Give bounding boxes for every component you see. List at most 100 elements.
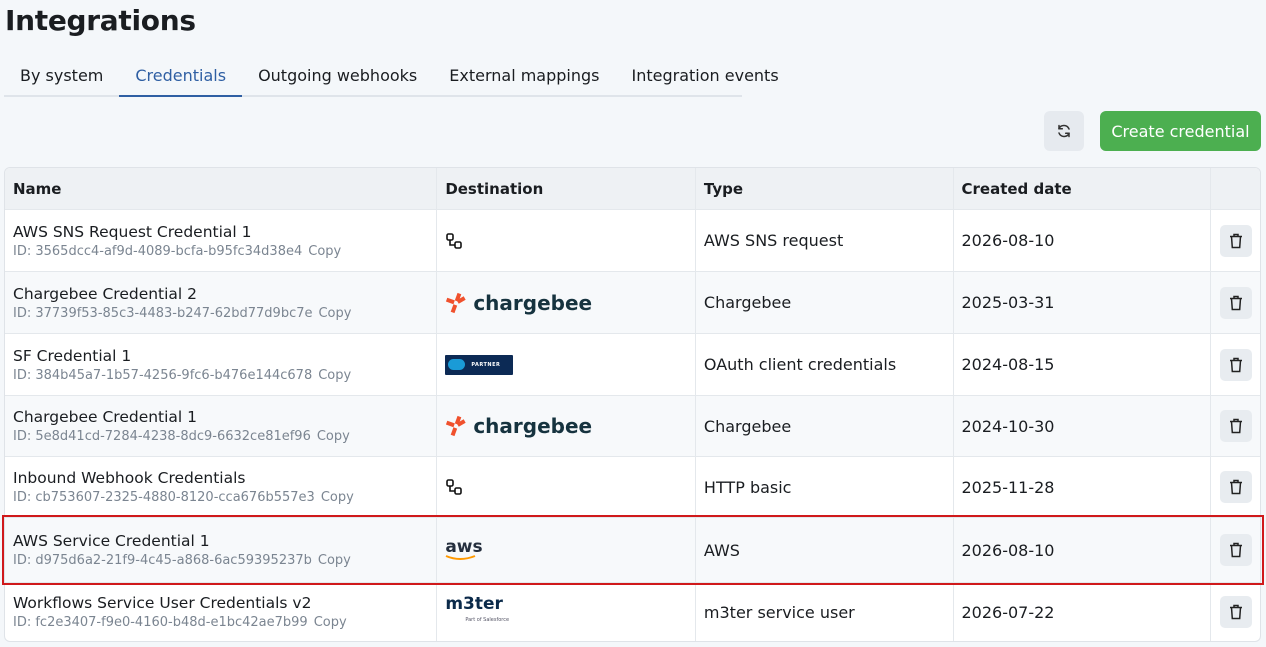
destination-cell	[436, 210, 695, 271]
credentials-table: Name Destination Type Created date AWS S…	[4, 167, 1261, 642]
credential-id: ID: 384b45a7-1b57-4256-9fc6-b476e144c678	[13, 367, 313, 383]
tab-integration-events[interactable]: Integration events	[616, 58, 795, 95]
created-date-cell: 2025-03-31	[952, 272, 1211, 333]
credential-name: Chargebee Credential 1	[13, 408, 198, 426]
tab-external-mappings[interactable]: External mappings	[433, 58, 615, 95]
copy-id-link[interactable]: Copy	[317, 429, 350, 444]
chargebee-mark-icon	[446, 415, 466, 437]
create-credential-button[interactable]: Create credential	[1100, 111, 1261, 151]
table-row[interactable]: Chargebee Credential 1 ID: 5e8d41cd-7284…	[5, 395, 1260, 456]
credential-id: ID: fc2e3407-f9e0-4160-b48d-e1bc42ae7b99	[13, 615, 308, 630]
actions-cell	[1210, 396, 1260, 456]
m3ter-logo: m3ter Part of Salesforce	[445, 594, 510, 624]
delete-button[interactable]	[1219, 471, 1252, 503]
credential-id: ID: 37739f53-85c3-4483-b247-62bd77d9bc7e	[13, 305, 313, 321]
actions-cell	[1210, 334, 1260, 395]
type-cell: Chargebee	[694, 396, 953, 456]
chargebee-mark-icon	[446, 292, 466, 313]
refresh-icon	[1058, 124, 1070, 138]
table-row[interactable]: Chargebee Credential 2 ID: 37739f53-85c3…	[5, 271, 1260, 333]
salesforce-partner-logo: PARTNER	[445, 354, 514, 375]
table-row[interactable]: Inbound Webhook Credentials ID: cb753607…	[5, 456, 1260, 517]
created-date-cell: 2025-11-28	[952, 457, 1211, 517]
created-date-cell: 2024-10-30	[952, 396, 1211, 456]
type-cell: AWS SNS request	[694, 210, 953, 271]
type-cell: Chargebee	[694, 272, 953, 333]
tab-by-system[interactable]: By system	[4, 58, 119, 95]
delete-button[interactable]	[1219, 410, 1252, 442]
refresh-button[interactable]	[1044, 111, 1084, 151]
tab-bar: By system Credentials Outgoing webhooks …	[4, 58, 779, 97]
credential-id: ID: 3565dcc4-af9d-4089-bcfa-b95fc34d38e4	[13, 243, 303, 259]
trash-icon	[1229, 233, 1242, 248]
credential-name: AWS SNS Request Credential 1	[13, 222, 252, 241]
name-cell: Inbound Webhook Credentials ID: cb753607…	[5, 457, 436, 517]
trash-icon	[1229, 357, 1242, 372]
destination-cell: aws	[436, 518, 695, 582]
credential-id: ID: cb753607-2325-4880-8120-cca676b557e3	[13, 490, 315, 505]
destination-cell: m3ter Part of Salesforce	[436, 583, 695, 641]
type-cell: AWS	[694, 518, 953, 582]
destination-cell: chargebee	[436, 272, 695, 333]
credential-name: Chargebee Credential 2	[13, 284, 198, 303]
credential-id-line: ID: 37739f53-85c3-4483-b247-62bd77d9bc7e…	[13, 306, 351, 321]
actions-cell	[1210, 457, 1260, 517]
credential-id-line: ID: 3565dcc4-af9d-4089-bcfa-b95fc34d38e4…	[13, 244, 341, 259]
type-cell: OAuth client credentials	[694, 334, 953, 395]
credential-name: SF Credential 1	[13, 346, 132, 365]
table-row[interactable]: AWS SNS Request Credential 1 ID: 3565dcc…	[5, 209, 1260, 271]
credential-name: AWS Service Credential 1	[13, 532, 210, 550]
delete-button[interactable]	[1219, 348, 1252, 381]
destination-cell: PARTNER	[436, 334, 695, 395]
column-header-name[interactable]: Name	[5, 168, 436, 209]
connector-icon	[446, 232, 463, 249]
copy-id-link[interactable]: Copy	[318, 306, 351, 321]
actions-cell	[1210, 583, 1260, 641]
table-row[interactable]: Workflows Service User Credentials v2 ID…	[5, 582, 1260, 641]
name-cell: SF Credential 1 ID: 384b45a7-1b57-4256-9…	[5, 334, 436, 395]
name-cell: AWS SNS Request Credential 1 ID: 3565dcc…	[5, 210, 436, 271]
column-header-created-date[interactable]: Created date	[952, 168, 1211, 209]
trash-icon	[1229, 479, 1242, 495]
actions-cell	[1210, 272, 1260, 333]
credential-id: ID: 5e8d41cd-7284-4238-8dc9-6632ce81ef96	[13, 429, 311, 444]
table-row[interactable]: SF Credential 1 ID: 384b45a7-1b57-4256-9…	[5, 333, 1260, 395]
copy-id-link[interactable]: Copy	[314, 615, 347, 630]
credential-id: ID: d975d6a2-21f9-4c45-a868-6ac59395237b	[13, 553, 312, 568]
tab-outgoing-webhooks[interactable]: Outgoing webhooks	[242, 58, 433, 95]
delete-button[interactable]	[1219, 534, 1252, 566]
credential-id-line: ID: 384b45a7-1b57-4256-9fc6-b476e144c678…	[13, 368, 351, 383]
connector-icon	[446, 479, 463, 495]
created-date-cell: 2026-08-10	[952, 210, 1211, 271]
chargebee-logo: chargebee	[445, 291, 592, 315]
trash-icon	[1229, 295, 1242, 310]
type-cell: HTTP basic	[694, 457, 953, 517]
aws-smile-icon	[445, 555, 476, 560]
type-cell: m3ter service user	[694, 583, 953, 641]
trash-icon	[1229, 542, 1242, 558]
actions-cell	[1210, 210, 1260, 271]
copy-id-link[interactable]: Copy	[321, 490, 354, 505]
chargebee-logo: chargebee	[445, 414, 592, 438]
delete-button[interactable]	[1219, 596, 1252, 628]
credential-id-line: ID: cb753607-2325-4880-8120-cca676b557e3…	[13, 490, 354, 505]
delete-button[interactable]	[1219, 286, 1252, 319]
credential-id-line: ID: fc2e3407-f9e0-4160-b48d-e1bc42ae7b99…	[13, 615, 347, 630]
copy-id-link[interactable]: Copy	[318, 368, 351, 383]
salesforce-cloud-icon	[448, 359, 466, 370]
destination-cell	[436, 457, 695, 517]
tab-credentials[interactable]: Credentials	[119, 58, 243, 97]
column-header-type[interactable]: Type	[694, 168, 953, 209]
aws-logo: aws	[445, 539, 483, 561]
copy-id-link[interactable]: Copy	[308, 244, 341, 259]
table-row[interactable]: AWS Service Credential 1 ID: d975d6a2-21…	[5, 517, 1260, 582]
credential-name: Workflows Service User Credentials v2	[13, 594, 312, 612]
copy-id-link[interactable]: Copy	[318, 553, 351, 568]
created-date-cell: 2026-07-22	[952, 583, 1211, 641]
destination-cell: chargebee	[436, 396, 695, 456]
credential-id-line: ID: 5e8d41cd-7284-4238-8dc9-6632ce81ef96…	[13, 429, 350, 444]
column-header-destination[interactable]: Destination	[436, 168, 695, 209]
delete-button[interactable]	[1219, 224, 1252, 257]
table-header-row: Name Destination Type Created date	[5, 168, 1260, 209]
credential-name: Inbound Webhook Credentials	[13, 469, 246, 487]
